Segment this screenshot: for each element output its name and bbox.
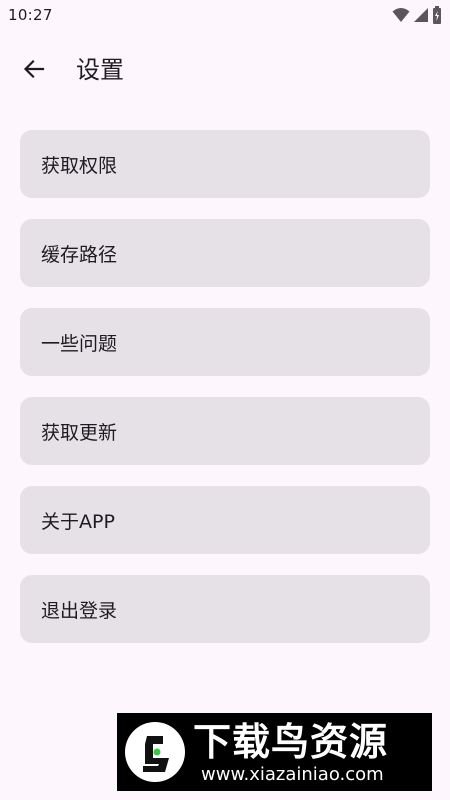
battery-icon: [432, 6, 442, 24]
settings-item-label: 获取权限: [41, 154, 118, 177]
status-icons: [392, 6, 442, 24]
settings-item-logout[interactable]: 退出登录: [20, 575, 430, 643]
status-bar: 10:27: [0, 0, 450, 32]
bird-logo-icon: [125, 722, 185, 782]
settings-item-label: 缓存路径: [41, 243, 118, 266]
settings-item-faq[interactable]: 一些问题: [20, 308, 430, 376]
watermark-url: www.xiazainiao.com: [201, 764, 384, 785]
settings-item-label: 关于APP: [41, 510, 115, 533]
settings-item-label: 获取更新: [41, 421, 118, 444]
status-time: 10:27: [8, 6, 53, 24]
page-title: 设置: [76, 56, 124, 84]
back-button[interactable]: [18, 55, 50, 87]
settings-item-label: 退出登录: [41, 599, 118, 622]
settings-item-label: 一些问题: [41, 332, 118, 355]
settings-item-cache-path[interactable]: 缓存路径: [20, 219, 430, 287]
settings-list: 获取权限 缓存路径 一些问题 获取更新 关于APP 退出登录: [20, 130, 430, 664]
watermark: 下载鸟资源 www.xiazainiao.com: [117, 713, 432, 791]
settings-item-check-update[interactable]: 获取更新: [20, 397, 430, 465]
app-bar: 设置: [0, 40, 450, 102]
settings-item-about[interactable]: 关于APP: [20, 486, 430, 554]
settings-item-permissions[interactable]: 获取权限: [20, 130, 430, 198]
arrow-left-icon: [22, 57, 46, 85]
watermark-title: 下载鸟资源: [193, 720, 389, 764]
wifi-icon: [392, 7, 410, 23]
signal-icon: [413, 7, 429, 23]
